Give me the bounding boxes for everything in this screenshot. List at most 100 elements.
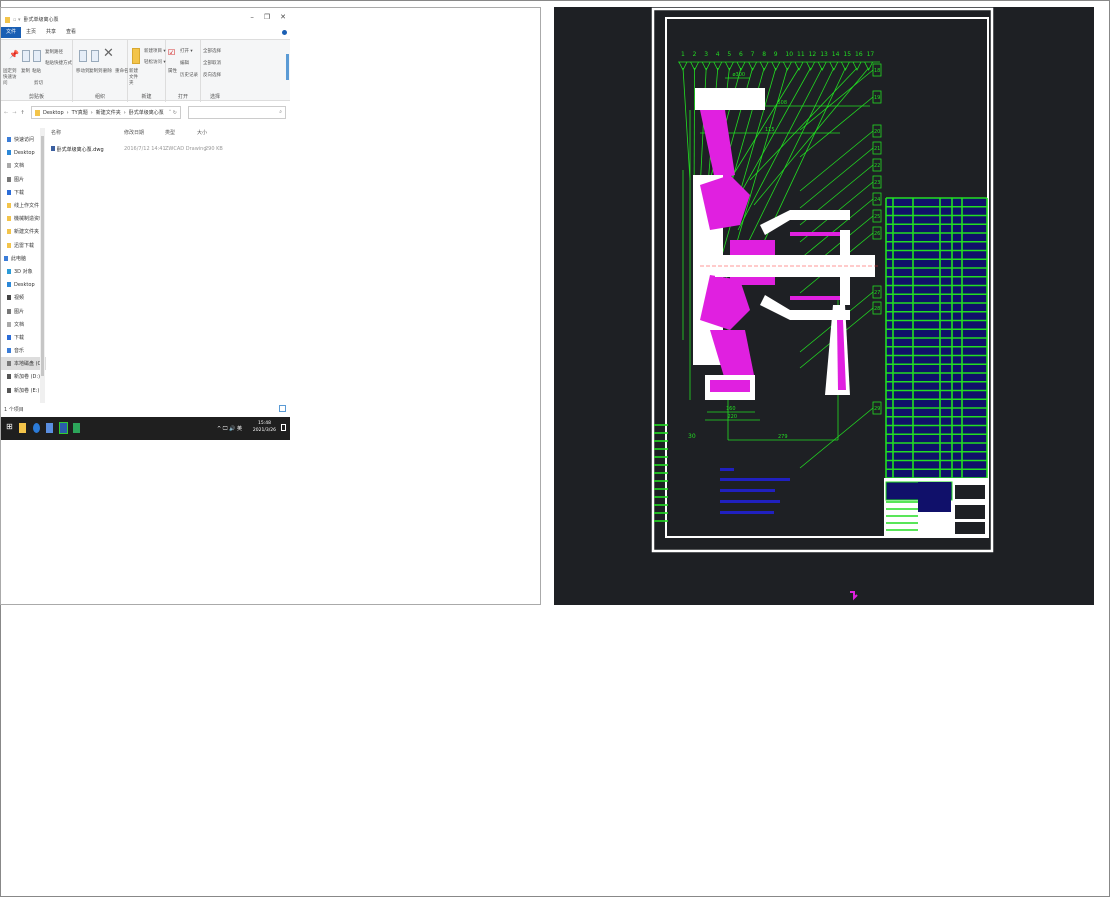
- copy-path-button[interactable]: 复制路径: [45, 49, 63, 55]
- column-size[interactable]: 大小: [197, 129, 207, 136]
- browser-taskbar-icon[interactable]: [33, 423, 40, 433]
- sidebar-icon: [7, 361, 11, 367]
- file-row[interactable]: 卧式单级离心泵.dwg 2016/7/12 14:41 ZWCAD Drawin…: [49, 146, 289, 155]
- edit-button[interactable]: 编辑: [180, 60, 189, 66]
- balloon-label: 5: [727, 51, 731, 58]
- breadcrumb-folder[interactable]: 新建文件夹: [96, 109, 121, 116]
- taskbar: ⊞ ^ 🖵 🔊 英 15:48 2021/3/26: [1, 417, 290, 440]
- new-folder-button[interactable]: 新建文件夹: [129, 68, 139, 86]
- balloon-label: 30: [688, 433, 696, 440]
- sidebar-item-label: 下载: [14, 334, 25, 341]
- leader-line: [852, 61, 862, 71]
- close-button[interactable]: ✕: [280, 13, 286, 21]
- address-bar[interactable]: Desktop › TY真题 › 新建文件夹 › 卧式单级离心泵 ˅ ↻: [31, 106, 181, 119]
- column-type[interactable]: 类型: [165, 129, 175, 136]
- leader-line: [799, 198, 874, 260]
- clock[interactable]: 15:48 2021/3/26: [253, 420, 276, 434]
- invert-selection-button[interactable]: 反向选择: [203, 72, 221, 78]
- minimize-button[interactable]: –: [250, 13, 254, 21]
- tab-view[interactable]: 查看: [61, 27, 81, 38]
- copy-to-button[interactable]: 复制到: [89, 68, 103, 74]
- ribbon-tabs: 文件 主页 共享 查看: [1, 27, 290, 38]
- copy-to-icon: [91, 50, 99, 62]
- sidebar-icon: [7, 150, 11, 156]
- sidebar-item-label: 迅雷下载: [14, 242, 35, 249]
- sidebar-icon: [7, 387, 11, 393]
- balloon-label: 19: [874, 95, 880, 101]
- refresh-icon[interactable]: ˅ ↻: [169, 110, 177, 116]
- rename-button[interactable]: 重命名: [115, 68, 129, 74]
- quick-access-toolbar[interactable]: ▫ ▾: [13, 17, 21, 23]
- leader-line: [864, 61, 873, 71]
- sidebar-item-label: 新加卷 (D:): [14, 374, 41, 381]
- up-button[interactable]: ↑: [20, 110, 24, 116]
- properties-button[interactable]: 属性: [168, 68, 177, 74]
- column-modified[interactable]: 修改日期: [124, 129, 144, 136]
- sidebar-item-label: 此电脑: [11, 255, 27, 262]
- balloon-label: 27: [874, 290, 880, 296]
- open-button[interactable]: 打开 ▾: [180, 48, 193, 54]
- title-block-name: [918, 482, 951, 512]
- navigation-bar: ← → ↑ Desktop › TY真题 › 新建文件夹 › 卧式单级离心泵 ˅ ↻ …: [1, 105, 290, 121]
- sidebar-icon: [7, 268, 11, 274]
- breadcrumb-folder[interactable]: TY真题: [72, 109, 88, 116]
- paste-shortcut-button[interactable]: 粘贴快捷方式: [45, 60, 72, 66]
- delete-button[interactable]: 删除: [103, 68, 112, 74]
- title-block-cell: [955, 485, 985, 499]
- details-view-button[interactable]: [279, 405, 286, 412]
- cad-taskbar-icon[interactable]: [59, 422, 68, 434]
- pump-section-view: [693, 88, 880, 400]
- tab-share[interactable]: 共享: [41, 27, 61, 38]
- column-name[interactable]: 名称: [51, 129, 61, 136]
- balloon-label: 8: [762, 51, 766, 58]
- pin-button[interactable]: 固定到快速访问: [3, 68, 19, 86]
- paste-button[interactable]: 粘贴: [32, 68, 41, 74]
- breadcrumb-current[interactable]: 卧式单级离心泵: [129, 109, 164, 116]
- bearing-housing-top: [760, 210, 850, 235]
- tab-file[interactable]: 文件: [1, 27, 22, 38]
- cursor-marker: [850, 591, 858, 601]
- organize-group: 移动到 复制到 ✕ 删除 重命名 组织: [73, 40, 129, 102]
- new-label: 新建: [141, 94, 152, 100]
- column-headers: 名称 修改日期 类型 大小: [49, 129, 289, 138]
- paste-icon: [33, 50, 41, 62]
- explorer-taskbar-icon[interactable]: [19, 423, 26, 433]
- breadcrumb-desktop[interactable]: Desktop: [43, 110, 64, 116]
- document-taskbar-icon[interactable]: [46, 423, 53, 433]
- copy-button[interactable]: 复制: [21, 68, 30, 74]
- balloon-label: 13: [820, 51, 828, 58]
- maximize-button[interactable]: ❐: [264, 13, 270, 21]
- cut-button[interactable]: 剪切: [34, 80, 43, 86]
- balloon-label: 1: [681, 51, 685, 58]
- app-taskbar-icon[interactable]: [73, 423, 80, 433]
- ribbon-scrollbar[interactable]: [286, 54, 289, 80]
- sidebar-icon: [7, 295, 11, 301]
- search-input[interactable]: ⌕: [188, 106, 286, 119]
- tab-home[interactable]: 主页: [21, 27, 41, 38]
- move-to-button[interactable]: 移动到: [76, 68, 90, 74]
- delete-icon: ✕: [103, 46, 114, 61]
- start-button[interactable]: ⊞: [6, 422, 13, 432]
- history-button[interactable]: 历史记录: [180, 72, 198, 78]
- help-icon[interactable]: [282, 30, 287, 35]
- leader-line: [749, 67, 858, 181]
- easy-access-button[interactable]: 轻松访问 ▾: [144, 59, 166, 65]
- dimension-label: 160: [726, 406, 736, 412]
- dimension-label: 220: [728, 414, 738, 420]
- balloon-label: 21: [874, 146, 880, 152]
- forward-button[interactable]: →: [12, 110, 16, 116]
- sidebar-item-label: 图片: [14, 176, 25, 183]
- sidebar-icon: [7, 308, 11, 314]
- new-item-button[interactable]: 新建项目 ▾: [144, 48, 166, 54]
- sidebar-icon: [7, 189, 11, 195]
- sidebar-icon: [7, 229, 11, 235]
- sidebar-item-label: 文档: [14, 163, 25, 170]
- notification-icon[interactable]: [281, 424, 286, 431]
- back-button[interactable]: ←: [4, 110, 8, 116]
- system-tray[interactable]: ^ 🖵 🔊 英: [217, 425, 242, 432]
- navigation-scrollbar[interactable]: [40, 128, 45, 403]
- select-all-button[interactable]: 全部选择: [203, 48, 221, 54]
- balloon-label: 25: [874, 214, 880, 220]
- select-none-button[interactable]: 全部取消: [203, 60, 221, 66]
- file-name: 卧式单级离心泵.dwg: [51, 146, 104, 153]
